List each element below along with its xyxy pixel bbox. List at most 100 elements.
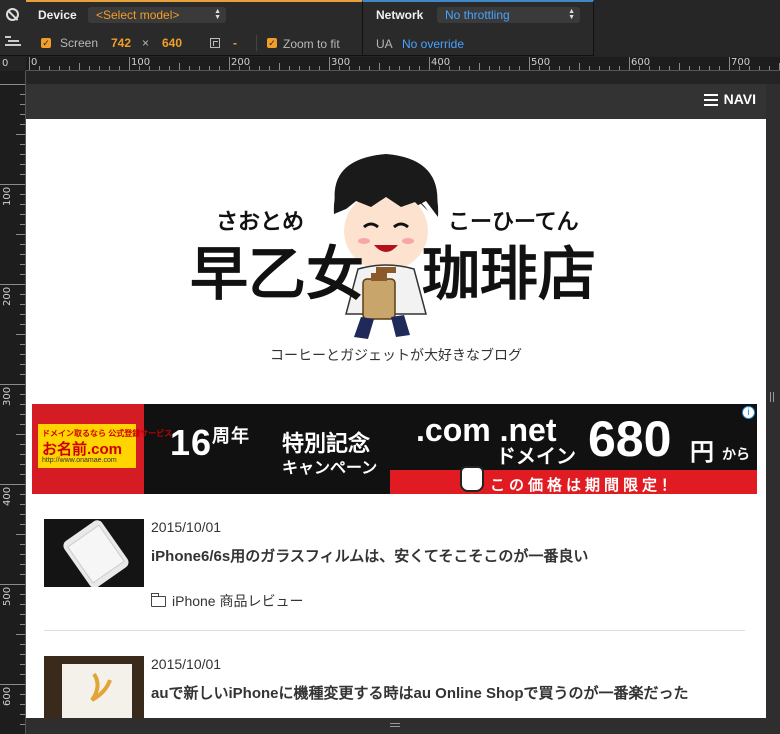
ruler-tick (20, 424, 25, 425)
site-logo[interactable]: さおとめ こーひーてん 早乙女 珈琲店 (186, 139, 606, 344)
ruler-tick (199, 66, 200, 70)
ruler-tick (20, 544, 25, 545)
ruler-tick (99, 66, 100, 70)
ruler-tick (20, 454, 25, 455)
ruler-tick (329, 57, 330, 70)
ruler-tick (689, 66, 690, 70)
ruler-tick (579, 63, 580, 70)
ruler-tick (319, 66, 320, 70)
ruler-label: 500 (531, 57, 551, 68)
ruler-tick (16, 434, 25, 435)
ruler-tick (719, 66, 720, 70)
ad-banner[interactable]: ドメイン取るなら 公式登録サービス お名前.com http://www.ona… (32, 404, 757, 494)
ruler-tick (709, 66, 710, 70)
model-select-value: <Select model> (96, 8, 180, 22)
ruler-tick (20, 274, 25, 275)
post-category-label: iPhone 商品レビュー (172, 593, 304, 609)
ruler-tick (599, 66, 600, 70)
navi-button[interactable]: NAVI (703, 91, 756, 107)
ruler-tick (20, 174, 25, 175)
ua-label: UA (376, 37, 393, 51)
ruler-tick (16, 634, 25, 635)
ruler-tick (499, 66, 500, 70)
ruler-label: 400 (2, 486, 13, 506)
ruler-tick (20, 714, 25, 715)
dpr-input[interactable]: - (233, 36, 237, 50)
vertical-ruler: 100 200 300 400 500 600 (0, 71, 26, 734)
ruler-tick (189, 66, 190, 70)
ruler-tick (20, 624, 25, 625)
ruler-tick (359, 66, 360, 70)
ruler-tick (20, 614, 25, 615)
ruler-tick (219, 66, 220, 70)
hamburger-icon (703, 93, 718, 106)
ruler-tick (20, 644, 25, 645)
ruler-tick (609, 66, 610, 70)
ruler-tick (39, 66, 40, 70)
ad-price: 680 (588, 411, 672, 467)
screen-checkbox[interactable]: ✓ (41, 38, 51, 48)
screen-height-input[interactable]: 640 (162, 36, 182, 50)
post-category[interactable]: iPhone 商品レビュー (150, 591, 304, 611)
disable-emulation-icon[interactable] (6, 8, 19, 21)
ruler-origin: 0 (2, 58, 9, 69)
ruler-tick (20, 104, 25, 105)
pointing-hand-icon (460, 466, 484, 492)
toolbar-side-icons (0, 0, 26, 56)
zoom-to-fit-checkbox[interactable]: ✓ (267, 38, 277, 48)
ruler-tick (20, 474, 25, 475)
ruler-label: 600 (631, 57, 651, 68)
ruler-tick (769, 66, 770, 70)
ruler-tick (20, 494, 25, 495)
ruler-tick (429, 57, 430, 70)
throttling-select-value: No throttling (445, 8, 510, 22)
ruler-tick (259, 66, 260, 70)
post-title[interactable]: auで新しいiPhoneに機種変更する時はau Online Shopで買うのが… (151, 684, 751, 703)
swap-dimensions-icon[interactable] (210, 38, 220, 48)
ruler-tick (269, 66, 270, 70)
network-panel: Network No throttling ▲ ▼ UA No override (362, 0, 594, 56)
ruler-label: 300 (331, 57, 351, 68)
ruler-tick (20, 154, 25, 155)
post-thumbnail[interactable] (44, 519, 144, 587)
media-queries-icon[interactable] (5, 36, 21, 46)
ruler-tick (20, 514, 25, 515)
ruler-tick (20, 244, 25, 245)
ruler-tick (20, 554, 25, 555)
post-date: 2015/10/01 (151, 519, 222, 535)
device-label: Device (38, 8, 77, 22)
ad-url: http://www.onamae.com (42, 457, 117, 464)
ruler-tick (0, 284, 25, 285)
ruler-tick (529, 57, 530, 70)
throttling-select[interactable]: No throttling ▲ ▼ (437, 7, 580, 23)
ruler-tick (699, 66, 700, 70)
ruler-tick (89, 66, 90, 70)
ruler-tick (169, 66, 170, 70)
screen-width-input[interactable]: 742 (111, 36, 131, 50)
ua-override-input[interactable]: No override (402, 37, 464, 51)
ruler-tick (619, 66, 620, 70)
ruler-tick (20, 224, 25, 225)
ruler-tick (179, 63, 180, 70)
ruler-tick (469, 66, 470, 70)
ruler-tick (20, 524, 25, 525)
ruler-tick (20, 564, 25, 565)
ad-info-icon[interactable]: i (742, 406, 755, 419)
resize-handle-right[interactable] (766, 84, 780, 718)
ruler-tick (159, 66, 160, 70)
post-thumbnail[interactable] (44, 656, 144, 718)
ruler-tick (289, 66, 290, 70)
ruler-tick (20, 404, 25, 405)
ruler-tick (389, 66, 390, 70)
select-arrows-icon: ▲ ▼ (214, 8, 221, 21)
ruler-tick (20, 604, 25, 605)
post-date: 2015/10/01 (151, 656, 222, 672)
ruler-tick (0, 584, 25, 585)
post-title[interactable]: iPhone6/6s用のガラスフィルムは、安くてそこそこのが一番良い (151, 547, 751, 566)
ruler-tick (0, 684, 25, 685)
ruler-tick (409, 66, 410, 70)
ruler-tick (0, 184, 25, 185)
model-select[interactable]: <Select model> ▲ ▼ (88, 7, 226, 23)
resize-handle-bottom[interactable] (26, 718, 780, 734)
ruler-label: 100 (2, 186, 13, 206)
